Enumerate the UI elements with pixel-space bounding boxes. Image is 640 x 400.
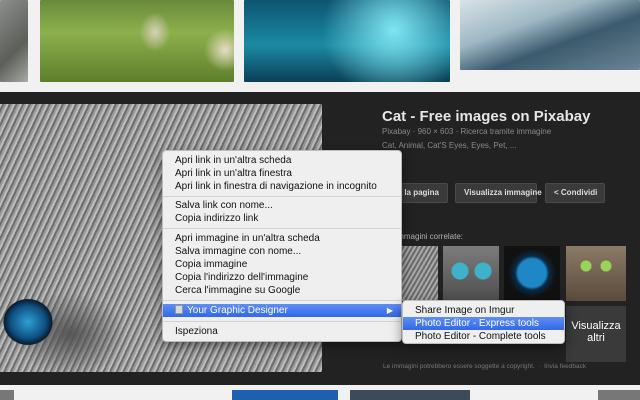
thumbnail-bottom[interactable] [232, 390, 338, 400]
submenu-share-imgur[interactable]: Share Image on Imgur [403, 304, 564, 317]
menu-copy-link-address[interactable]: Copia indirizzo link [163, 212, 401, 225]
menu-separator [163, 196, 401, 197]
menu-save-link-as[interactable]: Salva link con nome... [163, 199, 401, 212]
menu-separator [163, 321, 401, 322]
menu-separator [163, 300, 401, 301]
menu-open-link-new-tab[interactable]: Apri link in un'altra scheda [163, 154, 401, 167]
view-more-label[interactable]: Visualizza altri [566, 320, 626, 344]
thumbnail-bottom[interactable] [0, 390, 14, 400]
extension-submenu: Share Image on Imgur Photo Editor - Expr… [402, 300, 565, 344]
menu-open-image-new-tab[interactable]: Apri immagine in un'altra scheda [163, 232, 401, 245]
share-icon: < [554, 188, 559, 197]
related-thumbnail[interactable] [566, 246, 626, 301]
menu-your-graphic-designer[interactable]: Your Graphic Designer ▶ [163, 304, 401, 317]
submenu-editor-complete[interactable]: Photo Editor - Complete tools [403, 330, 564, 343]
thumbnail-landscape[interactable] [460, 0, 640, 70]
menu-separator [163, 228, 401, 229]
thumbnail-ducklings[interactable] [40, 0, 234, 82]
share-label: Condividi [560, 188, 598, 197]
menu-copy-image[interactable]: Copia immagine [163, 258, 401, 271]
menu-inspect[interactable]: Ispeziona [163, 325, 401, 338]
menu-open-link-new-window[interactable]: Apri link in un'altra finestra [163, 167, 401, 180]
menu-search-image-google[interactable]: Cerca l'immagine su Google [163, 284, 401, 297]
submenu-editor-express[interactable]: Photo Editor - Express tools [403, 317, 564, 330]
related-thumbnail[interactable] [443, 246, 499, 301]
thumbnail-bottom[interactable] [598, 390, 640, 400]
result-title[interactable]: Cat - Free images on Pixabay [382, 108, 590, 125]
copyright-note: Le immagini potrebbero essere soggette a… [383, 363, 587, 370]
related-images-label: Immagini correlate: [395, 232, 464, 241]
extension-icon [175, 305, 183, 314]
related-thumbnail[interactable] [504, 246, 560, 301]
menu-save-image-as[interactable]: Salva immagine con nome... [163, 245, 401, 258]
menu-extension-label: Your Graphic Designer [187, 305, 288, 316]
view-image-button[interactable]: Visualizza immagine [455, 183, 542, 203]
copyright-text: Le immagini potrebbero essere soggette a… [383, 363, 535, 370]
search-results-page: Cat - Free images on Pixabay Pixabay · 9… [0, 0, 640, 400]
thumbnail-bottom[interactable] [350, 390, 470, 400]
share-button[interactable]: < Condividi [545, 183, 605, 203]
menu-open-link-incognito[interactable]: Apri link in finestra di navigazione in … [163, 180, 401, 193]
result-tags: Cat, Animal, Cat'S Eyes, Eyes, Pet, ... [382, 141, 517, 150]
thumbnail-underwater[interactable] [244, 0, 450, 82]
result-meta: Pixabay · 960 × 603 · Ricerca tramite im… [382, 127, 552, 136]
submenu-arrow-icon: ▶ [386, 306, 393, 315]
menu-copy-image-address[interactable]: Copia l'indirizzo dell'immagine [163, 271, 401, 284]
thumbnail-cat-partial[interactable] [0, 0, 28, 82]
feedback-link[interactable]: Invia feedback [544, 363, 586, 370]
context-menu: Apri link in un'altra scheda Apri link i… [162, 150, 402, 342]
